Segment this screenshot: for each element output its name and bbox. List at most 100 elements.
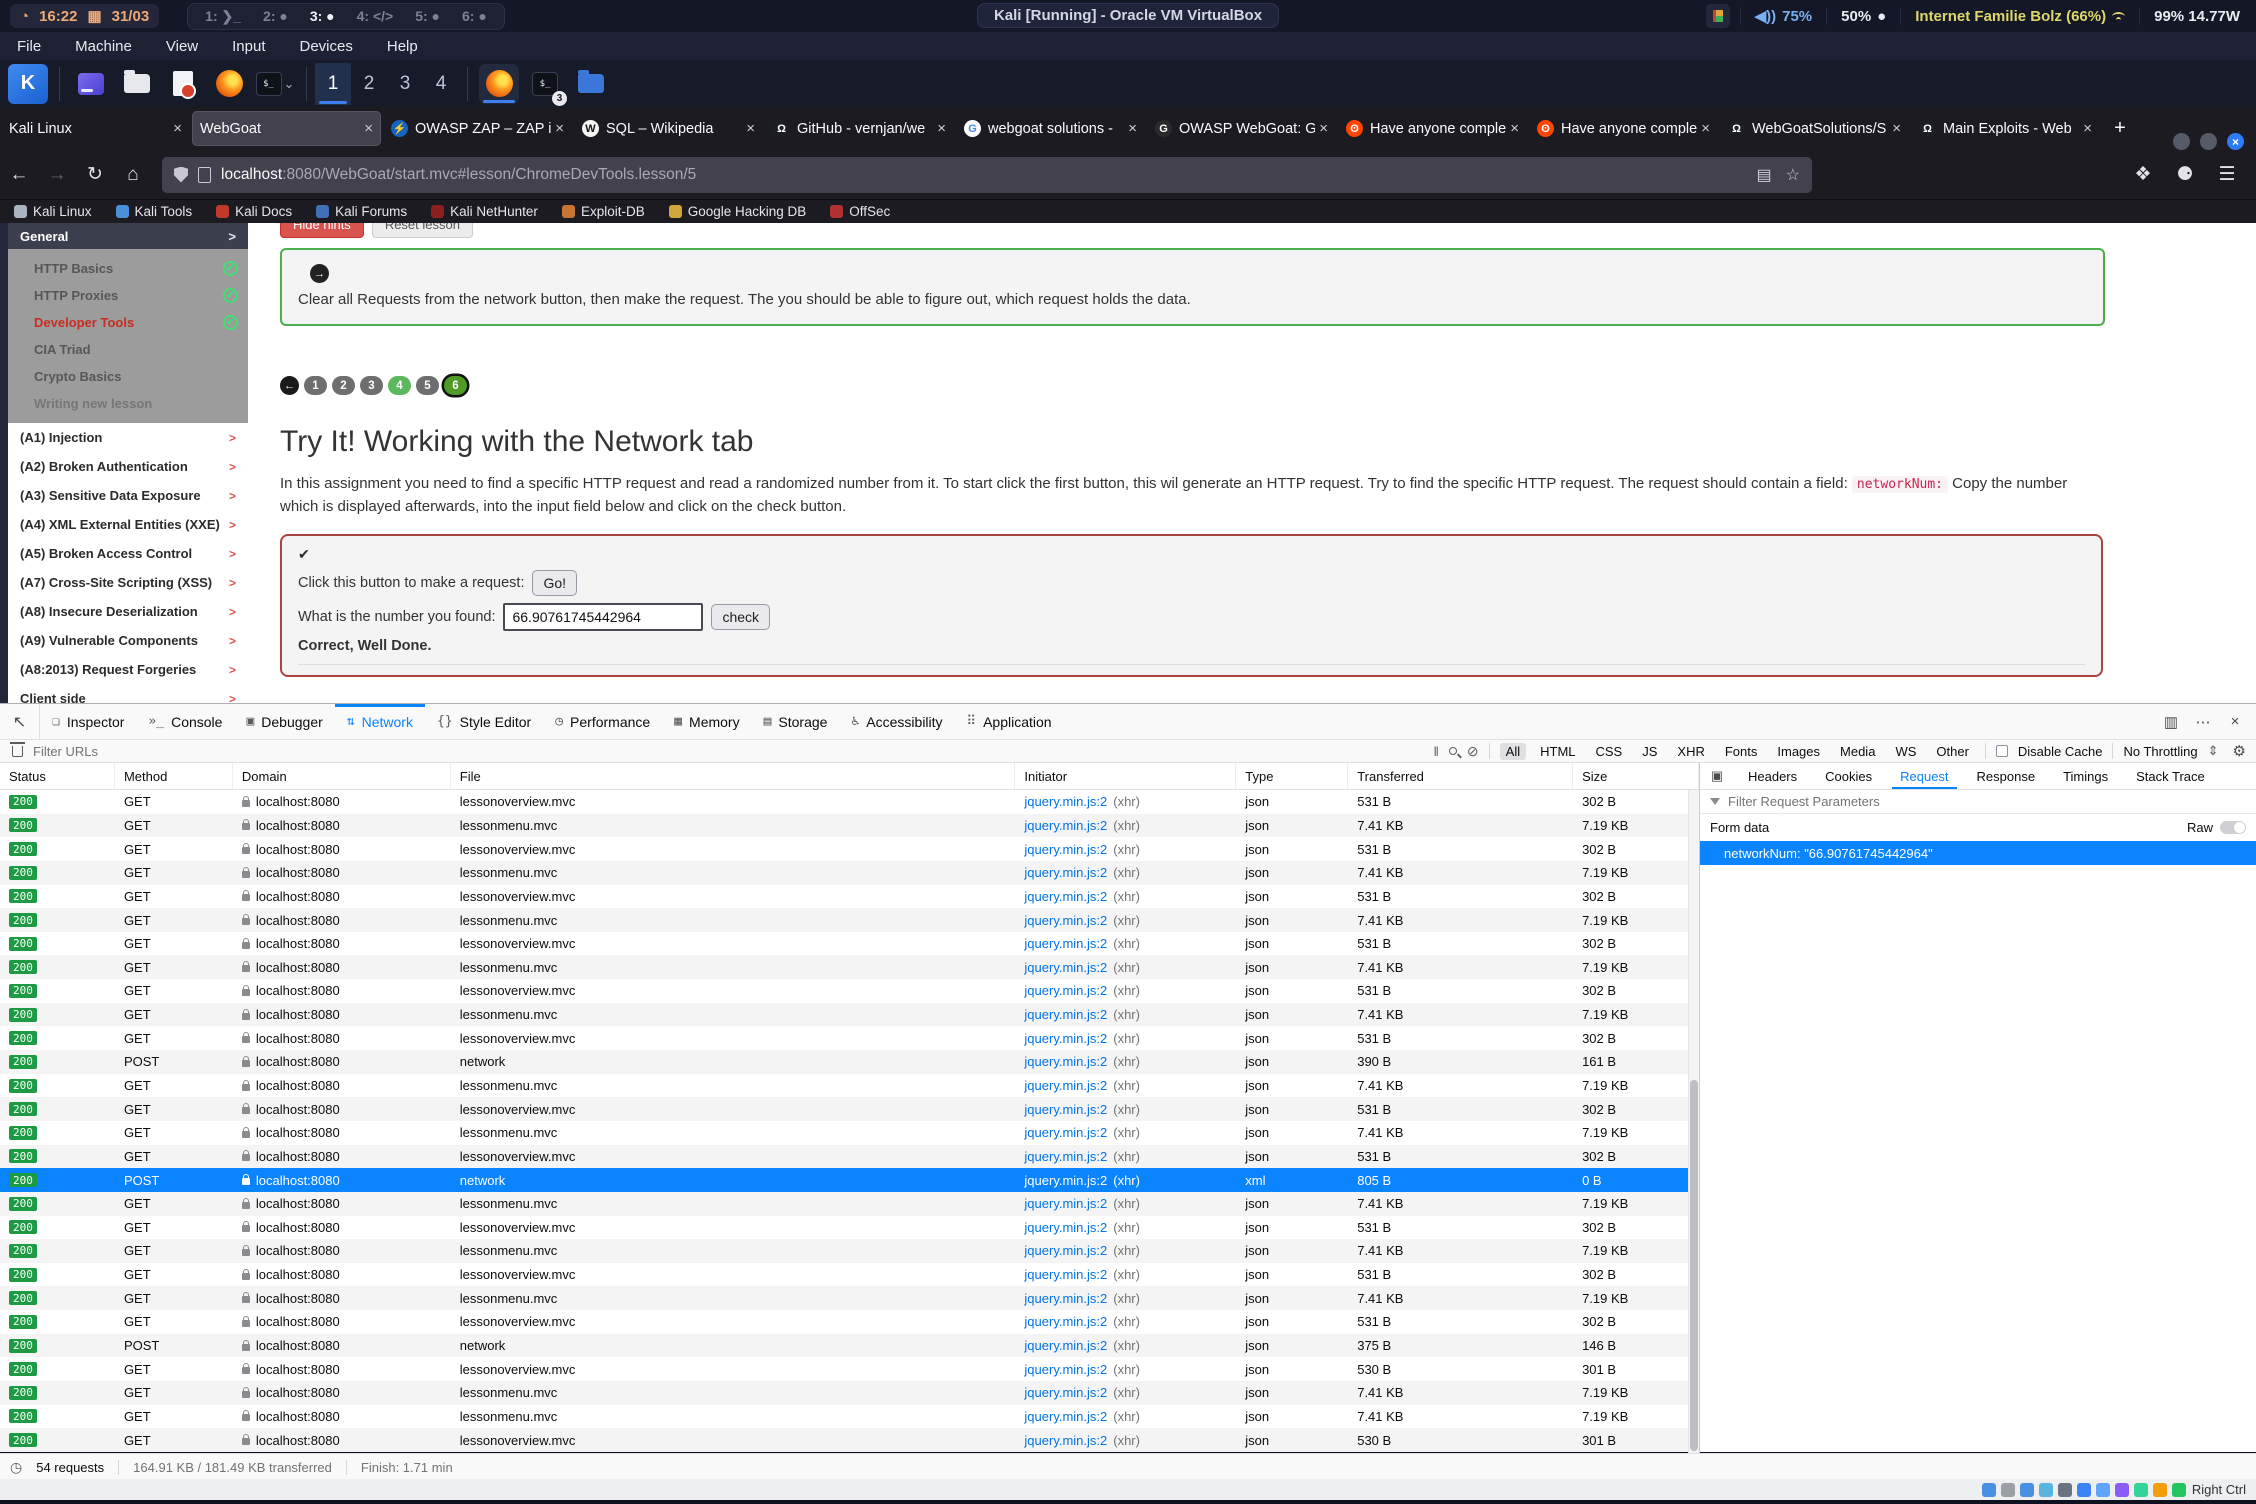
battery-indicator[interactable]: 50% ● xyxy=(1826,8,1900,25)
filter-pill-other[interactable]: Other xyxy=(1930,743,1975,760)
filter-pill-images[interactable]: Images xyxy=(1771,743,1826,760)
sidebar-lesson-cia-triad[interactable]: CIA Triad xyxy=(8,336,248,363)
page-button-5[interactable]: 5 xyxy=(416,376,439,395)
initiator-link[interactable]: jquery.min.js:2 xyxy=(1024,1007,1107,1022)
request-row[interactable]: 200GETlocalhost:8080lessonmenu.mvcjquery… xyxy=(0,1381,1699,1405)
browser-tab[interactable]: Kali Linux× xyxy=(1,111,190,146)
request-row[interactable]: 200POSTlocalhost:8080networkjquery.min.j… xyxy=(0,1334,1699,1358)
request-row[interactable]: 200GETlocalhost:8080lessonoverview.mvcjq… xyxy=(0,979,1699,1003)
request-row[interactable]: 200GETlocalhost:8080lessonoverview.mvcjq… xyxy=(0,1216,1699,1240)
browser-tab[interactable]: ʘHave anyone comple× xyxy=(1338,111,1527,146)
network-settings-gear-icon[interactable]: ⚙ xyxy=(2229,742,2250,760)
browser-tab[interactable]: ΩWebGoatSolutions/S× xyxy=(1720,111,1909,146)
bookmark-kali-forums[interactable]: Kali Forums xyxy=(316,204,407,219)
sidebar-category[interactable]: (A5) Broken Access Control> xyxy=(8,539,248,568)
detail-tab-response[interactable]: Response xyxy=(1963,763,2050,789)
launcher-terminal[interactable]: $_ ⌄ xyxy=(255,64,295,104)
devtools-tab-console[interactable]: »_Console xyxy=(136,704,234,739)
running-files[interactable] xyxy=(571,64,611,104)
initiator-link[interactable]: jquery.min.js:2 xyxy=(1024,794,1107,809)
forward-button[interactable]: → xyxy=(40,158,74,192)
menu-input[interactable]: Input xyxy=(215,32,282,60)
stopwatch-icon[interactable]: ◷ xyxy=(10,1459,22,1476)
account-icon[interactable]: ⚈ xyxy=(2168,158,2202,192)
request-row[interactable]: 200GETlocalhost:8080lessonoverview.mvcjq… xyxy=(0,790,1699,814)
request-row[interactable]: 200GETlocalhost:8080lessonoverview.mvcjq… xyxy=(0,932,1699,956)
bookmark-kali-nethunter[interactable]: Kali NetHunter xyxy=(431,204,538,219)
menu-machine[interactable]: Machine xyxy=(58,32,149,60)
workspace-switcher[interactable]: 1: ❯_2: ●3: ●4: </>5: ●6: ● xyxy=(187,3,505,30)
request-row[interactable]: 200GETlocalhost:8080lessonmenu.mvcjquery… xyxy=(0,1192,1699,1216)
back-button[interactable]: ← xyxy=(2,158,36,192)
taskbar-workspace-2[interactable]: 2 xyxy=(351,63,387,105)
reload-button[interactable]: ↻ xyxy=(78,158,112,192)
vbox-device-icon-2[interactable] xyxy=(2020,1483,2034,1497)
initiator-link[interactable]: jquery.min.js:2 xyxy=(1024,1196,1107,1211)
sidebar-lesson-http-basics[interactable]: HTTP Basics✔ xyxy=(8,255,248,282)
bookmark-offsec[interactable]: OffSec xyxy=(830,204,890,219)
filter-pill-fonts[interactable]: Fonts xyxy=(1719,743,1764,760)
devtools-tab-network[interactable]: ⇅Network xyxy=(335,704,425,739)
vbox-device-icon-9[interactable] xyxy=(2153,1483,2167,1497)
detail-tab-headers[interactable]: Headers xyxy=(1734,763,1811,789)
extensions-icon[interactable]: ❖ xyxy=(2126,158,2160,192)
devtools-tab-inspector[interactable]: ❏Inspector xyxy=(40,704,136,739)
bookmark-kali-tools[interactable]: Kali Tools xyxy=(116,204,193,219)
initiator-link[interactable]: jquery.min.js:2 xyxy=(1024,1031,1107,1046)
reset-lesson-button[interactable]: Reset lesson xyxy=(372,223,473,238)
tracking-shield-icon[interactable] xyxy=(174,167,188,183)
sidebar-lesson-crypto-basics[interactable]: Crypto Basics xyxy=(8,363,248,390)
volume-indicator[interactable]: ◀)) 75% xyxy=(1740,7,1827,25)
detail-tab-request[interactable]: Request xyxy=(1886,763,1962,789)
initiator-link[interactable]: jquery.min.js:2 xyxy=(1024,1078,1107,1093)
sidebar-category[interactable]: (A8:2013) Request Forgeries> xyxy=(8,655,248,684)
throttling-select[interactable]: No Throttling xyxy=(2123,744,2197,759)
tab-close-icon[interactable]: × xyxy=(364,120,373,137)
filter-params-input[interactable]: Filter Request Parameters xyxy=(1700,790,2256,814)
sidebar-lesson-writing-new-lesson[interactable]: Writing new lesson xyxy=(8,390,248,417)
site-info-icon[interactable] xyxy=(198,167,211,183)
devtools-tab-debugger[interactable]: ▣Debugger xyxy=(234,704,334,739)
initiator-link[interactable]: jquery.min.js:2 xyxy=(1024,1173,1107,1188)
raw-toggle[interactable] xyxy=(2220,821,2246,834)
reader-mode-icon[interactable]: ▤ xyxy=(1757,165,1772,185)
request-row[interactable]: 200GETlocalhost:8080lessonmenu.mvcjquery… xyxy=(0,1239,1699,1263)
launcher-files[interactable] xyxy=(117,64,157,104)
page-button-4[interactable]: 4 xyxy=(388,376,411,395)
tray-app-icon[interactable] xyxy=(1706,4,1730,28)
kali-menu-button[interactable]: K xyxy=(8,64,48,104)
bookmark-star-icon[interactable]: ☆ xyxy=(1786,165,1800,185)
request-row[interactable]: 200GETlocalhost:8080lessonmenu.mvcjquery… xyxy=(0,1003,1699,1027)
answer-input[interactable] xyxy=(503,603,703,631)
browser-tab[interactable]: ʘHave anyone comple× xyxy=(1529,111,1718,146)
sidebar-lesson-developer-tools[interactable]: Developer Tools✔ xyxy=(8,309,248,336)
request-row[interactable]: 200GETlocalhost:8080lessonoverview.mvcjq… xyxy=(0,1026,1699,1050)
launcher-firefox[interactable] xyxy=(209,64,249,104)
devtools-tab-style-editor[interactable]: {}Style Editor xyxy=(425,704,543,739)
browser-tab[interactable]: WSQL – Wikipedia× xyxy=(574,111,763,146)
launcher-window[interactable] xyxy=(71,64,111,104)
param-networknum[interactable]: networkNum: "66.90761745442964" xyxy=(1700,841,2256,865)
disable-cache-checkbox[interactable] xyxy=(1996,745,2008,757)
bookmark-kali-linux[interactable]: Kali Linux xyxy=(14,204,92,219)
detail-tab-timings[interactable]: Timings xyxy=(2049,763,2122,789)
tab-close-icon[interactable]: × xyxy=(1701,120,1710,137)
workspace-indicator[interactable]: 1: ❯_ xyxy=(196,6,250,27)
filter-pill-media[interactable]: Media xyxy=(1834,743,1881,760)
filter-pill-css[interactable]: CSS xyxy=(1590,743,1629,760)
request-row[interactable]: 200GETlocalhost:8080lessonmenu.mvcjquery… xyxy=(0,1074,1699,1098)
browser-tab[interactable]: ΩGitHub - vernjan/we× xyxy=(765,111,954,146)
vbox-device-icon-3[interactable] xyxy=(2039,1483,2053,1497)
column-header-type[interactable]: Type xyxy=(1236,763,1348,789)
initiator-link[interactable]: jquery.min.js:2 xyxy=(1024,865,1107,880)
request-row[interactable]: 200GETlocalhost:8080lessonoverview.mvcjq… xyxy=(0,1145,1699,1169)
block-icon[interactable]: ⊘ xyxy=(1467,743,1479,760)
initiator-link[interactable]: jquery.min.js:2 xyxy=(1024,842,1107,857)
initiator-link[interactable]: jquery.min.js:2 xyxy=(1024,960,1107,975)
page-button-3[interactable]: 3 xyxy=(360,376,383,395)
new-tab-button[interactable]: + xyxy=(2103,111,2137,145)
tab-close-icon[interactable]: × xyxy=(1128,120,1137,137)
hide-hints-button[interactable]: Hide hints xyxy=(280,223,364,238)
initiator-link[interactable]: jquery.min.js:2 xyxy=(1024,1054,1107,1069)
vbox-device-icon-0[interactable] xyxy=(1982,1483,1996,1497)
